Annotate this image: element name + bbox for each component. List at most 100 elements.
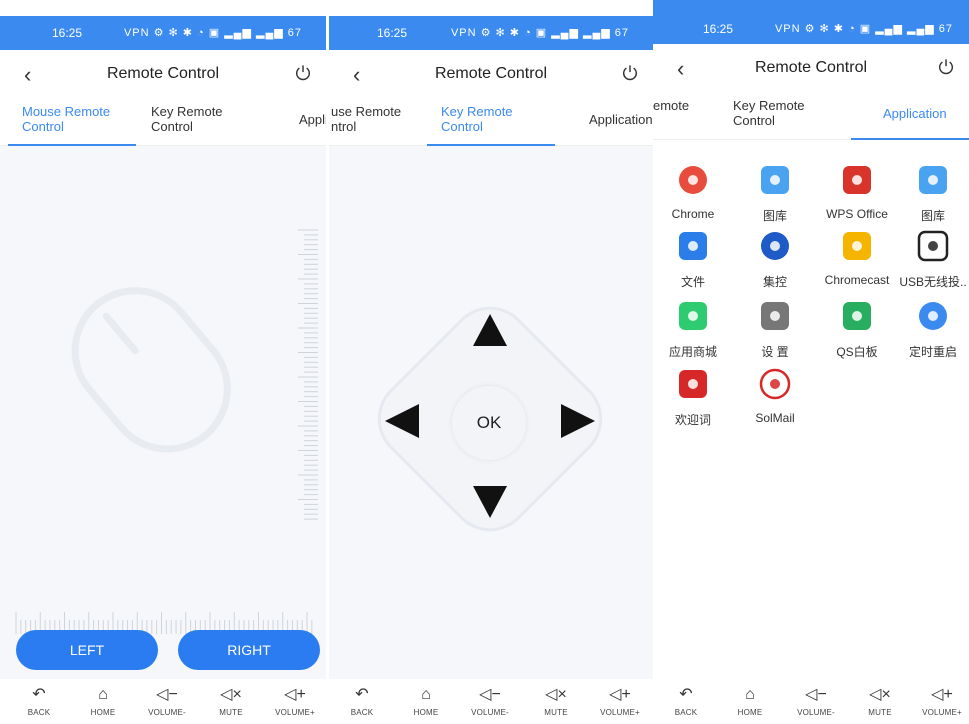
tab-application[interactable]: Appli <box>299 112 326 127</box>
app-label: QS白板 <box>836 345 878 359</box>
store-icon <box>679 302 707 330</box>
app-tile[interactable]: 文件 <box>653 230 733 290</box>
nav-label: HOME <box>737 708 763 717</box>
app-tile[interactable]: QS白板 <box>817 300 897 360</box>
nav-volume-up-button[interactable]: ◁+ VOLUME+ <box>917 686 967 717</box>
touchpad-area[interactable]: LEFT RIGHT <box>0 146 326 679</box>
nav-label: VOLUME+ <box>275 708 315 717</box>
nav-label: VOLUME- <box>471 708 509 717</box>
tab-label: emote <box>653 98 690 113</box>
nav-label: BACK <box>350 708 374 717</box>
app-tile[interactable]: 定时重启 <box>893 300 969 360</box>
nav-mute-button[interactable]: ◁× MUTE <box>531 686 581 717</box>
left-arrow-button[interactable] <box>385 404 419 438</box>
home-icon: ⌂ <box>98 686 108 703</box>
volume-down-icon: ◁− <box>156 686 178 703</box>
sync-icon <box>761 232 789 260</box>
nav-back-button[interactable]: ↶ BACK <box>14 686 64 717</box>
app-label: Chromecast <box>824 273 890 287</box>
app-label: 设 置 <box>761 345 789 359</box>
bottom-nav: ↶ BACK ⌂ HOME ◁− VOLUME- ◁× MUTE ◁+ VOLUME+ <box>653 680 969 724</box>
ok-button[interactable]: OK <box>452 386 526 460</box>
tab-bar: Mouse Remote Control Key Remote Control … <box>0 100 326 146</box>
tab-bar: use Remote ntrol Key Remote Control Appl… <box>329 100 653 146</box>
nav-home-button[interactable]: ⌂ HOME <box>401 686 451 717</box>
nav-back-button[interactable]: ↶ BACK <box>661 686 711 717</box>
up-arrow-button[interactable] <box>473 314 507 346</box>
app-tile[interactable]: Chrome <box>653 164 733 221</box>
app-tile[interactable]: WPS Office <box>817 164 897 221</box>
nav-mute-button[interactable]: ◁× MUTE <box>855 686 905 717</box>
power-icon[interactable] <box>294 64 312 82</box>
nav-volume-down-button[interactable]: ◁− VOLUME- <box>791 686 841 717</box>
nav-volume-up-button[interactable]: ◁+ VOLUME+ <box>270 686 320 717</box>
settings-icon <box>761 302 789 330</box>
nav-label: HOME <box>413 708 439 717</box>
cast-icon <box>843 232 871 260</box>
nav-label: MUTE <box>868 708 892 717</box>
app-tile[interactable]: 应用商城 <box>653 300 733 360</box>
home-icon: ⌂ <box>421 686 431 703</box>
app-label: USB无线投.. <box>899 275 967 289</box>
tab-label: use Remote ntrol <box>331 104 402 134</box>
key-remote-screen: 16:25 VPN ⚙ ✻ ✱ ◔ ▣ ▂▄▆ ▂▄▆ 67 ‹ Remote … <box>329 16 653 724</box>
volume-up-icon: ◁+ <box>609 686 631 703</box>
status-bar: 16:25 VPN ⚙ ✻ ✱ ◔ ▣ ▂▄▆ ▂▄▆ 67 <box>329 16 653 50</box>
tab-key-remote[interactable]: Key Remote Control <box>151 104 223 134</box>
bottom-nav: ↶ BACK ⌂ HOME ◁− VOLUME- ◁× MUTE ◁+ VOLUME+ <box>0 680 326 724</box>
nav-label: BACK <box>674 708 698 717</box>
page-title: Remote Control <box>754 59 868 76</box>
nav-home-button[interactable]: ⌂ HOME <box>78 686 128 717</box>
usb-cast-icon <box>917 230 949 262</box>
nav-back-button[interactable]: ↶ BACK <box>337 686 387 717</box>
tab-key-remote[interactable]: Key Remote Control <box>441 104 513 134</box>
power-icon[interactable] <box>621 64 639 82</box>
app-tile[interactable]: 欢迎词 <box>653 368 733 428</box>
mouse-remote-screen: 16:25 VPN ⚙ ✻ ✱ ◔ ▣ ▂▄▆ ▂▄▆ 67 ‹ Remote … <box>0 16 326 724</box>
volume-up-icon: ◁+ <box>931 686 953 703</box>
tab-mouse-remote[interactable]: emote <box>653 98 689 113</box>
down-arrow-button[interactable] <box>473 486 507 518</box>
nav-label: HOME <box>90 708 116 717</box>
tab-mouse-remote[interactable]: Mouse Remote Control <box>22 104 110 134</box>
mute-icon: ◁× <box>220 686 242 703</box>
home-icon: ⌂ <box>745 686 755 703</box>
right-arrow-button[interactable] <box>561 404 595 438</box>
power-icon[interactable] <box>937 58 955 76</box>
nav-mute-button[interactable]: ◁× MUTE <box>206 686 256 717</box>
nav-home-button[interactable]: ⌂ HOME <box>725 686 775 717</box>
wps-icon <box>843 166 871 194</box>
nav-label: VOLUME+ <box>600 708 640 717</box>
nav-label: VOLUME- <box>148 708 186 717</box>
chrome-icon <box>679 166 707 194</box>
tab-mouse-remote[interactable]: use Remote ntrol <box>331 104 401 134</box>
app-tile[interactable]: 设 置 <box>735 300 815 360</box>
app-label: 集控 <box>762 275 787 289</box>
gallery-icon <box>919 166 947 194</box>
nav-label: VOLUME+ <box>922 708 962 717</box>
status-time: 16:25 <box>703 22 734 36</box>
back-icon: ↶ <box>679 686 693 703</box>
status-bar: 16:25 VPN ⚙ ✻ ✱ ◔ ▣ ▂▄▆ ▂▄▆ 67 <box>653 0 969 44</box>
nav-volume-up-button[interactable]: ◁+ VOLUME+ <box>595 686 645 717</box>
title-bar: ‹ Remote Control <box>329 50 653 100</box>
app-grid: Chrome 图库 WPS Office 图库 文件 集控 Chromecast USB无线投… <box>653 140 969 674</box>
bottom-nav: ↶ BACK ⌂ HOME ◁− VOLUME- ◁× MUTE ◁+ VOLUME+ <box>329 680 653 724</box>
nav-volume-down-button[interactable]: ◁− VOLUME- <box>465 686 515 717</box>
tab-key-remote[interactable]: Key Remote Control <box>733 98 805 128</box>
tab-application[interactable]: Application <box>883 106 947 121</box>
volume-down-icon: ◁− <box>805 686 827 703</box>
app-tile[interactable]: 图库 <box>893 164 969 224</box>
left-click-button[interactable]: LEFT <box>16 630 158 670</box>
app-tile[interactable]: 图库 <box>735 164 815 224</box>
app-tile[interactable]: 集控 <box>735 230 815 290</box>
back-icon: ↶ <box>355 686 369 703</box>
tab-application[interactable]: Application <box>589 112 653 127</box>
right-click-button[interactable]: RIGHT <box>178 630 320 670</box>
nav-volume-down-button[interactable]: ◁− VOLUME- <box>142 686 192 717</box>
app-tile[interactable]: USB无线投.. <box>893 230 969 290</box>
app-tile[interactable]: SolMail <box>735 368 815 425</box>
vertical-scroll-ruler[interactable] <box>296 226 318 526</box>
app-tile[interactable]: Chromecast <box>817 230 897 287</box>
nav-label: MUTE <box>219 708 243 717</box>
